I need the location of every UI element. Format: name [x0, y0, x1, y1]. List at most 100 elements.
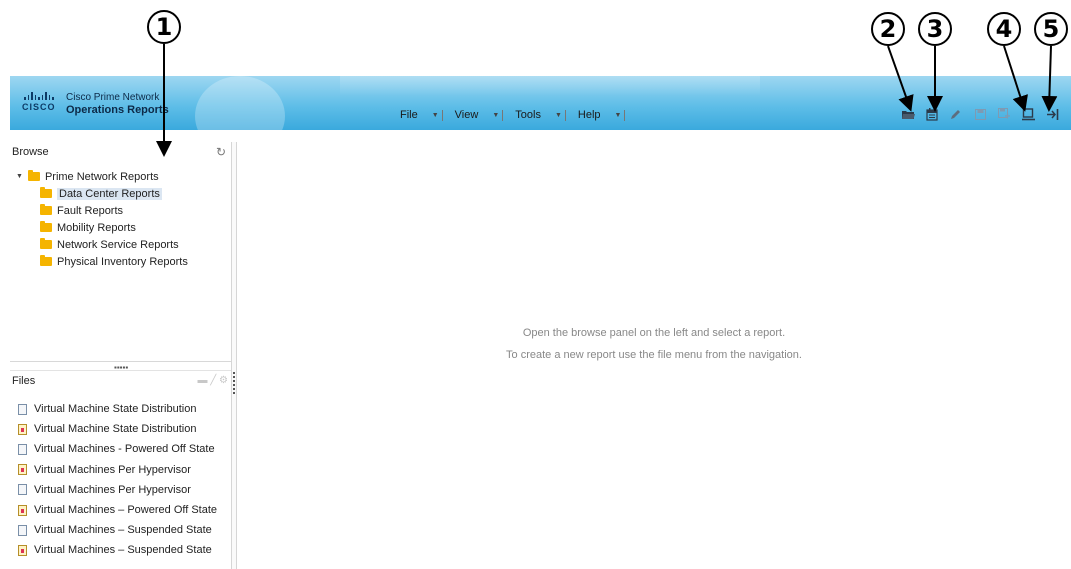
menu-separator	[624, 109, 626, 121]
file-name: Virtual Machines – Powered Off State	[34, 504, 218, 517]
splitter-grip[interactable]	[233, 372, 235, 396]
brand: CISCO Cisco Prime Network Operations Rep…	[22, 92, 169, 116]
tree-item-label: Network Service Reports	[57, 238, 179, 251]
report-file-icon	[18, 504, 27, 516]
chevron-down-icon: ▼	[431, 111, 439, 119]
files-panel-header: Files ▬ ╱ ⚙	[10, 370, 232, 391]
file-name: Virtual Machines – Suspended State	[34, 524, 212, 537]
cisco-word: CISCO	[22, 102, 56, 112]
cisco-bars-icon	[24, 92, 60, 100]
edit-icon[interactable]: ╱	[210, 375, 216, 386]
report-file-icon	[18, 464, 27, 476]
document-icon	[18, 403, 27, 415]
logout-icon[interactable]	[1045, 107, 1059, 121]
folder-icon[interactable]: ▬	[197, 375, 207, 386]
gear-icon[interactable]: ⚙	[219, 375, 228, 386]
document-icon	[18, 524, 27, 536]
folder-icon	[40, 238, 52, 249]
callout-2: 2	[871, 12, 905, 46]
chevron-down-icon: ▼	[554, 111, 562, 119]
menu-separator	[502, 109, 504, 121]
callout-4: 4	[987, 12, 1021, 46]
chevron-down-icon[interactable]: ▼	[16, 173, 23, 180]
file-name: Virtual Machines – Suspended State	[34, 544, 212, 557]
main-menu: File ▼ View ▼ Tools ▼ Help ▼	[400, 109, 637, 121]
folder-icon	[40, 187, 52, 198]
file-name: Virtual Machine State Distribution	[34, 423, 197, 436]
file-name: Virtual Machines Per Hypervisor	[34, 463, 191, 476]
menu-help[interactable]: Help ▼	[578, 109, 626, 121]
file-list-item[interactable]: Virtual Machines – Suspended State	[18, 540, 217, 560]
tree-item-label: Mobility Reports	[57, 221, 136, 234]
file-list-item[interactable]: Virtual Machines – Powered Off State	[18, 500, 217, 520]
tree-item-physical-inventory-reports[interactable]: Physical Inventory Reports	[10, 253, 232, 270]
menu-tools-label: Tools	[515, 109, 541, 121]
app-header: CISCO Cisco Prime Network Operations Rep…	[10, 76, 1071, 130]
browse-title: Browse	[12, 146, 49, 158]
tree-item-mobility-reports[interactable]: Mobility Reports	[10, 219, 232, 236]
files-list: Virtual Machine State Distribution Virtua…	[18, 399, 217, 561]
folder-icon	[40, 204, 52, 215]
tree-root[interactable]: ▼ Prime Network Reports	[10, 168, 232, 185]
edit-icon[interactable]	[949, 107, 963, 121]
menu-help-label: Help	[577, 109, 601, 121]
header-glow	[195, 76, 285, 130]
file-name: Virtual Machine State Distribution	[34, 403, 197, 416]
save-icon[interactable]	[973, 107, 987, 121]
tree-item-label: Physical Inventory Reports	[57, 255, 188, 268]
browse-panel-header: Browse ↻	[10, 142, 232, 162]
tree-root-label: Prime Network Reports	[44, 170, 159, 183]
app-name: Operations Reports	[66, 104, 169, 116]
file-name: Virtual Machines Per Hypervisor	[34, 483, 191, 496]
document-icon	[18, 443, 27, 455]
tree-item-label: Data Center Reports	[57, 187, 162, 200]
panel-divider	[10, 361, 232, 362]
menu-tools[interactable]: Tools ▼	[515, 109, 566, 121]
callout-1: 1	[147, 10, 181, 44]
empty-state-message: Open the browse panel on the left and se…	[237, 322, 1071, 366]
tree-item-fault-reports[interactable]: Fault Reports	[10, 202, 232, 219]
file-list-item[interactable]: Virtual Machines - Powered Off State	[18, 439, 217, 459]
file-name: Virtual Machines - Powered Off State	[34, 443, 215, 456]
menu-file[interactable]: File ▼	[400, 109, 443, 121]
brand-text: Cisco Prime Network Operations Reports	[66, 92, 169, 116]
header-highlight	[340, 76, 760, 96]
chevron-down-icon: ▼	[492, 111, 500, 119]
tree-item-label: Fault Reports	[57, 204, 124, 217]
menu-file-label: File	[400, 109, 418, 121]
toolbar	[901, 107, 1059, 121]
open-folder-icon	[27, 170, 40, 181]
open-folder-icon[interactable]	[901, 107, 915, 121]
left-panel: Browse ↻ ▼ Prime Network Reports Data Ce…	[10, 142, 232, 569]
folder-icon	[40, 255, 52, 266]
file-list-item[interactable]: Virtual Machines – Suspended State	[18, 520, 217, 540]
file-list-item[interactable]: Virtual Machines Per Hypervisor	[18, 480, 217, 500]
schedule-icon[interactable]	[925, 107, 939, 121]
refresh-icon[interactable]: ↻	[216, 142, 226, 162]
tree-item-data-center-reports[interactable]: Data Center Reports	[10, 185, 232, 202]
empty-state-line-2: To create a new report use the file menu…	[506, 349, 802, 361]
menu-separator	[441, 109, 443, 121]
report-file-icon	[18, 544, 27, 556]
file-list-item[interactable]: Virtual Machine State Distribution	[18, 419, 217, 439]
save-as-icon[interactable]	[997, 107, 1011, 121]
document-icon	[18, 484, 27, 496]
menu-separator	[564, 109, 566, 121]
display-icon[interactable]	[1021, 107, 1035, 121]
menu-view[interactable]: View ▼	[455, 109, 504, 121]
tree-item-network-service-reports[interactable]: Network Service Reports	[10, 236, 232, 253]
callout-3: 3	[918, 12, 952, 46]
files-title: Files	[12, 375, 36, 387]
report-file-icon	[18, 423, 27, 435]
file-list-item[interactable]: Virtual Machine State Distribution	[18, 399, 217, 419]
menu-view-label: View	[454, 109, 479, 121]
cisco-logo: CISCO	[22, 92, 60, 112]
browse-tree: ▼ Prime Network Reports Data Center Repo…	[10, 168, 232, 270]
files-toolbar: ▬ ╱ ⚙	[197, 375, 228, 386]
callout-5: 5	[1034, 12, 1068, 46]
empty-state-line-1: Open the browse panel on the left and se…	[522, 327, 786, 339]
chevron-down-icon: ▼	[614, 111, 622, 119]
product-line: Cisco Prime Network	[66, 92, 160, 103]
file-list-item[interactable]: Virtual Machines Per Hypervisor	[18, 460, 217, 480]
folder-icon	[40, 221, 52, 232]
